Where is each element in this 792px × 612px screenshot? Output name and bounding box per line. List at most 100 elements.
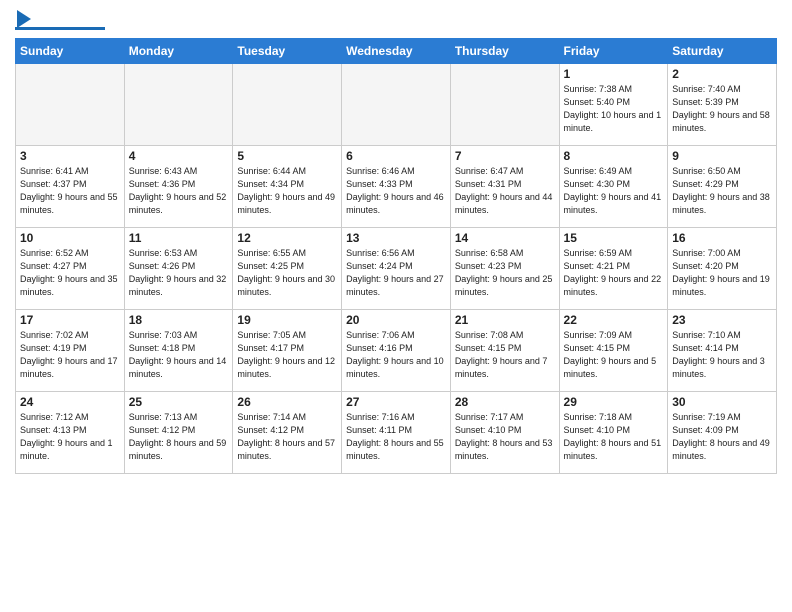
day-number: 6 [346, 149, 446, 163]
day-info: Sunrise: 6:43 AM Sunset: 4:36 PM Dayligh… [129, 165, 229, 217]
calendar-cell: 6 Sunrise: 6:46 AM Sunset: 4:33 PM Daylig… [342, 146, 451, 228]
calendar-cell [233, 64, 342, 146]
day-number: 30 [672, 395, 772, 409]
day-info: Sunrise: 7:09 AM Sunset: 4:15 PM Dayligh… [564, 329, 664, 381]
calendar-cell [342, 64, 451, 146]
calendar-cell: 26 Sunrise: 7:14 AM Sunset: 4:12 PM Dayli… [233, 392, 342, 474]
day-info: Sunrise: 6:47 AM Sunset: 4:31 PM Dayligh… [455, 165, 555, 217]
day-info: Sunrise: 6:52 AM Sunset: 4:27 PM Dayligh… [20, 247, 120, 299]
day-number: 27 [346, 395, 446, 409]
calendar-week-row: 24 Sunrise: 7:12 AM Sunset: 4:13 PM Dayli… [16, 392, 777, 474]
day-info: Sunrise: 7:38 AM Sunset: 5:40 PM Dayligh… [564, 83, 664, 135]
day-number: 7 [455, 149, 555, 163]
day-info: Sunrise: 6:49 AM Sunset: 4:30 PM Dayligh… [564, 165, 664, 217]
calendar-cell: 19Sunrise: 7:05 AM Sunset: 4:17 PM Dayli… [233, 310, 342, 392]
day-number: 20 [346, 313, 446, 327]
day-info: Sunrise: 7:10 AM Sunset: 4:14 PM Dayligh… [672, 329, 772, 381]
calendar-header-monday: Monday [124, 39, 233, 64]
calendar-cell: 14Sunrise: 6:58 AM Sunset: 4:23 PM Dayli… [450, 228, 559, 310]
day-number: 5 [237, 149, 337, 163]
day-number: 16 [672, 231, 772, 245]
day-number: 1 [564, 67, 664, 81]
calendar-cell: 4Sunrise: 6:43 AM Sunset: 4:36 PM Daylig… [124, 146, 233, 228]
logo-underline [15, 27, 105, 30]
calendar-cell [16, 64, 125, 146]
day-number: 10 [20, 231, 120, 245]
calendar-cell: 27 Sunrise: 7:16 AM Sunset: 4:11 PM Dayli… [342, 392, 451, 474]
day-info: Sunrise: 7:12 AM Sunset: 4:13 PM Dayligh… [20, 411, 120, 463]
day-number: 17 [20, 313, 120, 327]
calendar-header-friday: Friday [559, 39, 668, 64]
day-info: Sunrise: 7:19 AM Sunset: 4:09 PM Dayligh… [672, 411, 772, 463]
calendar-cell: 12 Sunrise: 6:55 AM Sunset: 4:25 PM Dayli… [233, 228, 342, 310]
day-number: 18 [129, 313, 229, 327]
day-number: 28 [455, 395, 555, 409]
calendar-cell: 29Sunrise: 7:18 AM Sunset: 4:10 PM Dayli… [559, 392, 668, 474]
calendar-cell: 10 Sunrise: 6:52 AM Sunset: 4:27 PM Dayli… [16, 228, 125, 310]
day-info: Sunrise: 7:06 AM Sunset: 4:16 PM Dayligh… [346, 329, 446, 381]
day-info: Sunrise: 6:59 AM Sunset: 4:21 PM Dayligh… [564, 247, 664, 299]
day-info: Sunrise: 7:14 AM Sunset: 4:12 PM Dayligh… [237, 411, 337, 463]
calendar-cell: 21 Sunrise: 7:08 AM Sunset: 4:15 PM Dayli… [450, 310, 559, 392]
day-info: Sunrise: 7:16 AM Sunset: 4:11 PM Dayligh… [346, 411, 446, 463]
calendar-table: SundayMondayTuesdayWednesdayThursdayFrid… [15, 38, 777, 474]
calendar-cell [450, 64, 559, 146]
day-info: Sunrise: 7:08 AM Sunset: 4:15 PM Dayligh… [455, 329, 555, 381]
calendar-header-sunday: Sunday [16, 39, 125, 64]
day-info: Sunrise: 6:56 AM Sunset: 4:24 PM Dayligh… [346, 247, 446, 299]
day-info: Sunrise: 7:00 AM Sunset: 4:20 PM Dayligh… [672, 247, 772, 299]
calendar-cell: 15Sunrise: 6:59 AM Sunset: 4:21 PM Dayli… [559, 228, 668, 310]
day-number: 26 [237, 395, 337, 409]
calendar-cell: 17 Sunrise: 7:02 AM Sunset: 4:19 PM Dayli… [16, 310, 125, 392]
logo-top [15, 10, 31, 26]
day-number: 9 [672, 149, 772, 163]
day-number: 8 [564, 149, 664, 163]
calendar-cell: 18 Sunrise: 7:03 AM Sunset: 4:18 PM Dayli… [124, 310, 233, 392]
day-number: 23 [672, 313, 772, 327]
day-number: 24 [20, 395, 120, 409]
day-info: Sunrise: 7:13 AM Sunset: 4:12 PM Dayligh… [129, 411, 229, 463]
day-info: Sunrise: 6:55 AM Sunset: 4:25 PM Dayligh… [237, 247, 337, 299]
calendar-week-row: 17 Sunrise: 7:02 AM Sunset: 4:19 PM Dayli… [16, 310, 777, 392]
logo-chevron-icon [17, 10, 31, 28]
page: SundayMondayTuesdayWednesdayThursdayFrid… [0, 0, 792, 612]
day-info: Sunrise: 6:58 AM Sunset: 4:23 PM Dayligh… [455, 247, 555, 299]
calendar-cell: 11Sunrise: 6:53 AM Sunset: 4:26 PM Dayli… [124, 228, 233, 310]
calendar-week-row: 1 Sunrise: 7:38 AM Sunset: 5:40 PM Daylig… [16, 64, 777, 146]
calendar-cell: 13 Sunrise: 6:56 AM Sunset: 4:24 PM Dayli… [342, 228, 451, 310]
calendar-week-row: 3 Sunrise: 6:41 AM Sunset: 4:37 PM Daylig… [16, 146, 777, 228]
calendar-header-saturday: Saturday [668, 39, 777, 64]
day-number: 19 [237, 313, 337, 327]
day-number: 13 [346, 231, 446, 245]
calendar-cell: 20 Sunrise: 7:06 AM Sunset: 4:16 PM Dayli… [342, 310, 451, 392]
calendar-cell: 5Sunrise: 6:44 AM Sunset: 4:34 PM Daylig… [233, 146, 342, 228]
calendar-cell: 24 Sunrise: 7:12 AM Sunset: 4:13 PM Dayli… [16, 392, 125, 474]
calendar-cell: 28 Sunrise: 7:17 AM Sunset: 4:10 PM Dayli… [450, 392, 559, 474]
day-info: Sunrise: 6:46 AM Sunset: 4:33 PM Dayligh… [346, 165, 446, 217]
day-number: 22 [564, 313, 664, 327]
day-info: Sunrise: 7:18 AM Sunset: 4:10 PM Dayligh… [564, 411, 664, 463]
calendar-cell: 16 Sunrise: 7:00 AM Sunset: 4:20 PM Dayli… [668, 228, 777, 310]
day-info: Sunrise: 6:41 AM Sunset: 4:37 PM Dayligh… [20, 165, 120, 217]
day-info: Sunrise: 6:53 AM Sunset: 4:26 PM Dayligh… [129, 247, 229, 299]
day-info: Sunrise: 7:17 AM Sunset: 4:10 PM Dayligh… [455, 411, 555, 463]
calendar-cell: 25 Sunrise: 7:13 AM Sunset: 4:12 PM Dayli… [124, 392, 233, 474]
calendar-header-tuesday: Tuesday [233, 39, 342, 64]
calendar-cell: 9 Sunrise: 6:50 AM Sunset: 4:29 PM Daylig… [668, 146, 777, 228]
calendar-cell: 8 Sunrise: 6:49 AM Sunset: 4:30 PM Daylig… [559, 146, 668, 228]
calendar-cell: 7 Sunrise: 6:47 AM Sunset: 4:31 PM Daylig… [450, 146, 559, 228]
day-info: Sunrise: 7:40 AM Sunset: 5:39 PM Dayligh… [672, 83, 772, 135]
calendar-cell: 30 Sunrise: 7:19 AM Sunset: 4:09 PM Dayli… [668, 392, 777, 474]
calendar-week-row: 10 Sunrise: 6:52 AM Sunset: 4:27 PM Dayli… [16, 228, 777, 310]
calendar-cell: 1 Sunrise: 7:38 AM Sunset: 5:40 PM Daylig… [559, 64, 668, 146]
day-info: Sunrise: 7:02 AM Sunset: 4:19 PM Dayligh… [20, 329, 120, 381]
day-number: 12 [237, 231, 337, 245]
day-number: 21 [455, 313, 555, 327]
day-number: 25 [129, 395, 229, 409]
day-info: Sunrise: 7:03 AM Sunset: 4:18 PM Dayligh… [129, 329, 229, 381]
day-number: 3 [20, 149, 120, 163]
calendar-header-row: SundayMondayTuesdayWednesdayThursdayFrid… [16, 39, 777, 64]
calendar-header-wednesday: Wednesday [342, 39, 451, 64]
calendar-cell: 23 Sunrise: 7:10 AM Sunset: 4:14 PM Dayli… [668, 310, 777, 392]
day-info: Sunrise: 6:50 AM Sunset: 4:29 PM Dayligh… [672, 165, 772, 217]
